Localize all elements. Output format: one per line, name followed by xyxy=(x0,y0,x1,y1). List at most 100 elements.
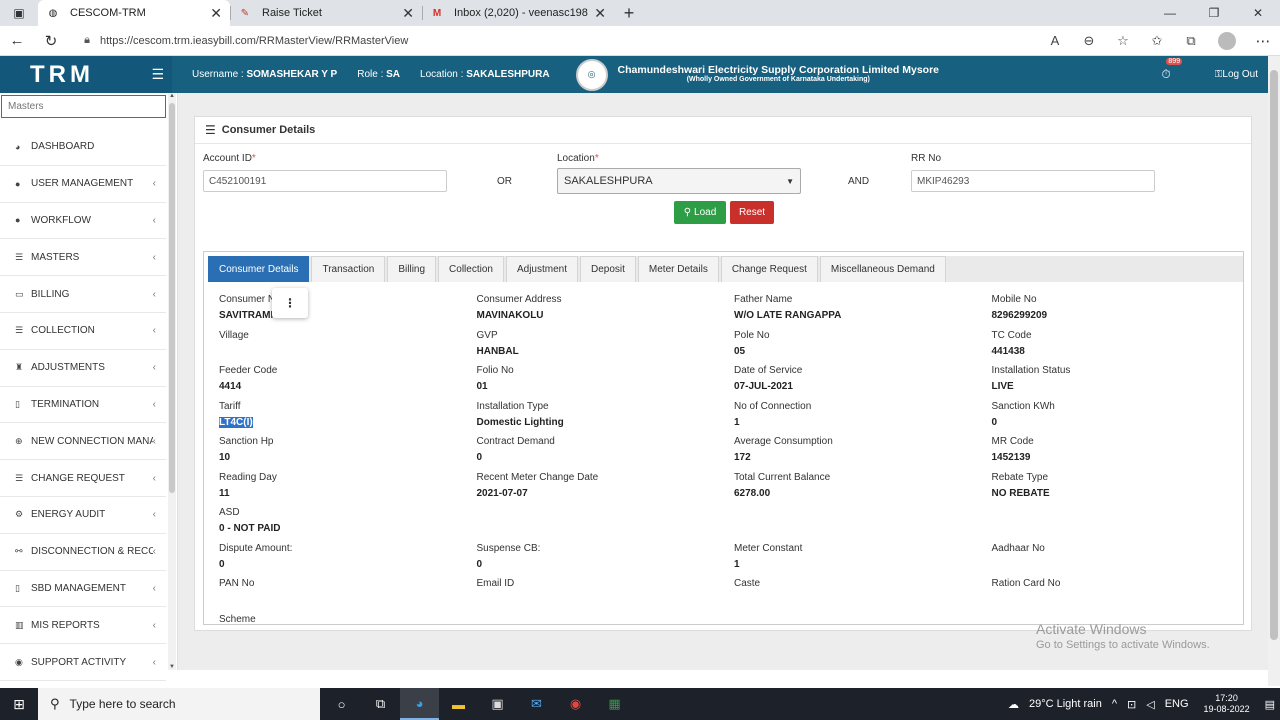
close-tab-icon[interactable]: ✕ xyxy=(210,5,222,22)
weather-icon[interactable]: ☁ xyxy=(1008,698,1019,711)
selected-text[interactable]: LT4C(I) xyxy=(219,416,253,428)
field-email-id: Email ID xyxy=(477,576,735,612)
sidebar-item-change-request[interactable]: ☰ CHANGE REQUEST ‹ xyxy=(0,460,166,497)
detail-tabs: Consumer Details Transaction Billing Collec… xyxy=(208,256,1243,282)
sidebar-item-support-activity[interactable]: ◉ SUPPORT ACTIVITY ‹ xyxy=(0,644,166,681)
network-icon[interactable]: ⊡ xyxy=(1127,698,1136,711)
notifications-icon[interactable]: ▤ xyxy=(1265,698,1275,711)
weather-text[interactable]: 29°C Light rain xyxy=(1029,698,1102,710)
hamburger-icon[interactable]: ☰ xyxy=(151,66,164,83)
sidebar-item-new-connection-mana[interactable]: ⊕ NEW CONNECTION MANA... ‹ xyxy=(0,423,166,461)
field-village: Village xyxy=(219,328,477,364)
sidebar-item-mis-reports[interactable]: ▥ MIS REPORTS ‹ xyxy=(0,607,166,645)
taskbar-clock[interactable]: 17:20 19-08-2022 xyxy=(1204,693,1250,715)
read-aloud-icon[interactable]: A xyxy=(1038,33,1072,49)
logout-button[interactable]: ⚿Log Out xyxy=(1215,69,1258,80)
mail-icon[interactable]: ✉ xyxy=(517,688,556,720)
close-window-icon[interactable]: ✕ xyxy=(1236,0,1280,26)
tab-deposit[interactable]: Deposit xyxy=(580,256,636,282)
browser-tab-cescom[interactable]: ◍ CESCOM-TRM ✕ xyxy=(38,0,230,26)
window-menu-icon[interactable]: ▣ xyxy=(0,0,38,26)
rr-no-input[interactable] xyxy=(911,170,1155,192)
file-explorer-icon[interactable]: ▬ xyxy=(439,688,478,720)
sidebar-scroll-thumb[interactable] xyxy=(169,103,175,493)
sidebar-search-input[interactable] xyxy=(1,95,166,118)
browser-tab-inbox[interactable]: M Inbox (2,020) - veenasc1988@gm ✕ xyxy=(422,0,614,26)
sidebar-item-disconnection-reco[interactable]: ⚯ DISCONNECTION & RECO... ‹ xyxy=(0,534,166,571)
more-menu-icon[interactable]: ⋯ xyxy=(1246,32,1280,50)
load-button[interactable]: ⚲ Load xyxy=(674,201,726,224)
tab-change-request[interactable]: Change Request xyxy=(720,256,818,282)
collections-icon[interactable]: ⧉ xyxy=(1174,33,1208,49)
field-value: 0 xyxy=(476,452,483,463)
reload-icon[interactable]: ↻ xyxy=(34,32,68,50)
sidebar-item-user-management[interactable]: ● USER MANAGEMENT ‹ xyxy=(0,166,166,203)
close-tab-icon[interactable]: ✕ xyxy=(594,5,606,22)
task-view-icon[interactable]: ⧉ xyxy=(361,688,400,720)
tab-miscellaneous-demand[interactable]: Miscellaneous Demand xyxy=(819,256,946,282)
consumer-fields: Consumer Name SAVITRAMMA Consumer Address M… xyxy=(219,292,1249,647)
windows-start-icon[interactable]: ⊞ xyxy=(0,696,38,713)
chevron-down-icon: ▼ xyxy=(786,176,794,186)
sidebar-item-energy-audit[interactable]: ⚙ ENERGY AUDIT ‹ xyxy=(0,497,166,534)
field-label: Caste xyxy=(734,578,761,589)
zoom-icon[interactable]: ⊖ xyxy=(1072,33,1106,49)
tab-adjustment[interactable]: Adjustment xyxy=(505,256,578,282)
sidebar-scrollbar[interactable]: ▲ ▼ xyxy=(168,93,176,670)
tab-transaction[interactable]: Transaction xyxy=(311,256,386,282)
reset-button[interactable]: Reset xyxy=(730,201,774,224)
user-icon: ● xyxy=(15,215,21,226)
chevron-left-icon: ‹ xyxy=(152,288,156,300)
tab-meter-details[interactable]: Meter Details xyxy=(637,256,719,282)
scroll-up-icon[interactable]: ▲ xyxy=(168,93,176,99)
close-tab-icon[interactable]: ✕ xyxy=(402,5,414,22)
notification-button[interactable]: ⏱ 899 xyxy=(1161,58,1183,82)
list-icon: ☰ xyxy=(15,325,24,336)
chrome-icon[interactable]: ◉ xyxy=(556,688,595,720)
cortana-icon[interactable]: ○ xyxy=(322,688,361,720)
sidebar-item-billing[interactable]: ▭ BILLING ‹ xyxy=(0,276,166,313)
sidebar-item-masters[interactable]: ☰ MASTERS ‹ xyxy=(0,239,166,277)
field-value: 2021-07-07 xyxy=(476,487,528,499)
scroll-down-icon[interactable]: ▼ xyxy=(168,664,176,670)
windows-taskbar: ⊞ ⚲ Type here to search ○ ⧉ ◕ ▬ ▣ ✉ ◉ ▦ … xyxy=(0,688,1280,720)
taskbar-search[interactable]: ⚲ Type here to search xyxy=(38,688,320,720)
corp-emblem-icon: ◎ xyxy=(575,58,608,91)
app-logo[interactable]: TRM xyxy=(30,61,94,89)
url-text[interactable]: https://cescom.trm.ieasybill.com/RRMaste… xyxy=(100,35,1038,47)
language-indicator[interactable]: ENG xyxy=(1165,698,1189,710)
field-label: Total Current Balance xyxy=(734,471,831,483)
new-tab-button[interactable]: + xyxy=(614,0,644,26)
sidebar-item-collection[interactable]: ☰ COLLECTION ‹ xyxy=(0,313,166,350)
sidebar-item-termination[interactable]: ▯ TERMINATION ‹ xyxy=(0,387,166,424)
account-id-input[interactable] xyxy=(203,170,447,192)
profile-avatar[interactable] xyxy=(1218,31,1236,50)
field-total-current-balance: Total Current Balance 6278.00 xyxy=(734,470,992,506)
edge-browser-icon[interactable]: ◕ xyxy=(400,688,439,720)
favorite-add-icon[interactable]: ☆ xyxy=(1106,33,1140,49)
page-scrollbar[interactable] xyxy=(1268,56,1280,686)
minimize-icon[interactable]: — xyxy=(1148,0,1192,26)
location-select[interactable]: SAKALESHPURA ▼ xyxy=(557,168,801,194)
browser-tab-raise-ticket[interactable]: ✎ Raise Ticket ✕ xyxy=(230,0,422,26)
chevron-left-icon: ‹ xyxy=(152,214,156,226)
favorites-icon[interactable]: ✩ xyxy=(1140,33,1174,49)
field-value: 1 xyxy=(734,558,740,570)
sidebar-item-sbd-management[interactable]: ▯ SBD MANAGEMENT ‹ xyxy=(0,571,166,608)
store-icon[interactable]: ▣ xyxy=(478,688,517,720)
tab-collection[interactable]: Collection xyxy=(438,256,504,282)
excel-icon[interactable]: ▦ xyxy=(595,688,634,720)
restore-icon[interactable]: ❐ xyxy=(1192,0,1236,26)
back-icon[interactable]: ← xyxy=(0,32,34,49)
lock-icon[interactable]: 🔒︎ xyxy=(74,34,100,47)
sidebar-item-workflow[interactable]: ● WORKFLOW ‹ xyxy=(0,203,166,240)
tab-consumer-details[interactable]: Consumer Details xyxy=(208,256,310,282)
tab-billing[interactable]: Billing xyxy=(387,256,437,282)
watermark-line1: Activate Windows xyxy=(1036,621,1147,637)
kebab-menu-icon[interactable]: ⋮ xyxy=(272,288,308,318)
show-hidden-icon[interactable]: ^ xyxy=(1112,698,1117,710)
sidebar-item-adjustments[interactable]: ♜ ADJUSTMENTS ‹ xyxy=(0,350,166,387)
sidebar-item-dashboard[interactable]: ◕ DASHBOARD xyxy=(0,129,166,166)
page-scroll-thumb[interactable] xyxy=(1270,70,1278,640)
volume-icon[interactable]: ◁ xyxy=(1146,698,1154,711)
